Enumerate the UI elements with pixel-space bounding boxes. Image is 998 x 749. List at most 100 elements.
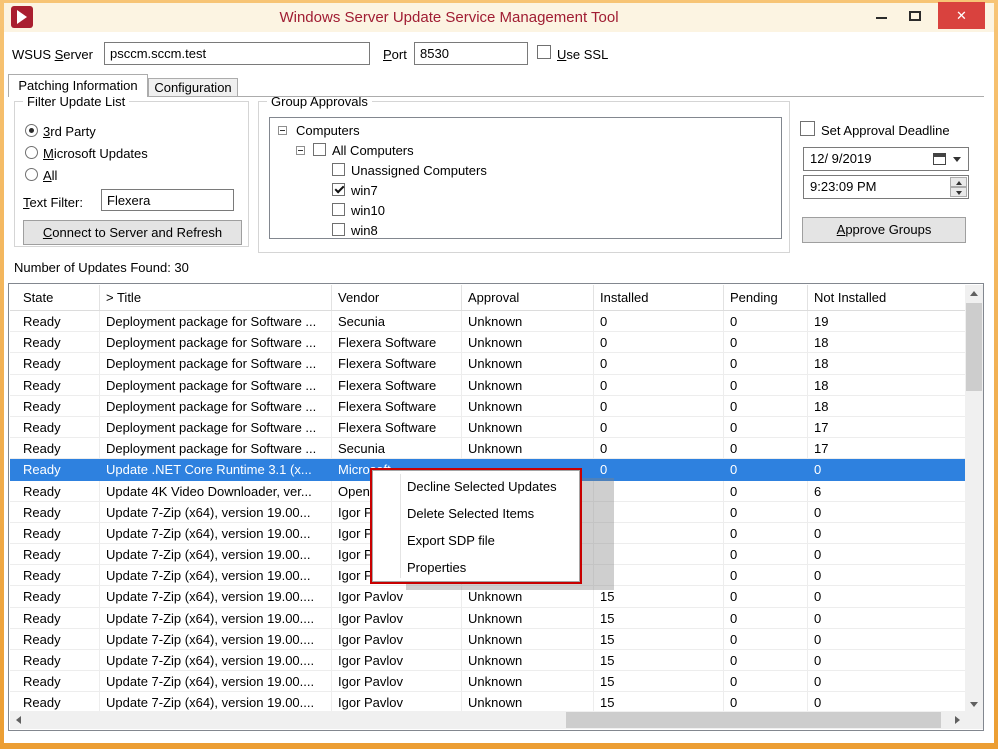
radio-3rd-party[interactable] [25,124,38,137]
tree-item-win7[interactable]: win7 [351,183,378,198]
cell-state: Ready [10,523,100,544]
wsus-server-label: WSUS Server [12,47,93,62]
use-ssl-checkbox[interactable] [537,45,551,59]
set-approval-deadline-checkbox[interactable] [800,121,815,136]
table-row[interactable]: ReadyDeployment package for Software ...… [10,417,966,438]
cell-state: Ready [10,375,100,396]
scroll-right-button[interactable] [949,711,966,729]
tab-configuration[interactable]: Configuration [148,78,238,96]
deadline-date-value: 12/ 9/2019 [810,152,871,166]
cell-pending: 0 [724,608,808,629]
tree-expander-icon[interactable] [278,126,287,135]
menu-item-export-sdp-file[interactable]: Export SDP file [373,527,579,554]
table-row[interactable]: ReadyUpdate 7-Zip (x64), version 19.00..… [10,692,966,713]
tree-item-win10[interactable]: win10 [351,203,385,218]
cell-installed [594,565,724,586]
vertical-scrollbar[interactable] [965,285,983,713]
cell-pending: 0 [724,438,808,459]
table-row[interactable]: ReadyDeployment package for Software ...… [10,375,966,396]
menu-item-properties[interactable]: Properties [373,554,579,581]
cell-installed: 0 [594,332,724,353]
cell-not-installed: 0 [808,523,966,544]
table-row[interactable]: ReadyDeployment package for Software ...… [10,311,966,332]
tab-patching-information[interactable]: Patching Information [8,74,148,97]
table-row[interactable]: ReadyUpdate 7-Zip (x64), version 19.00..… [10,629,966,650]
cell-vendor: Flexera Software [332,417,462,438]
cell-title: Deployment package for Software ... [100,353,332,374]
column-header-not-installed[interactable]: Not Installed [808,285,966,310]
dropdown-caret-icon[interactable] [953,157,961,162]
scroll-up-button[interactable] [965,285,983,302]
text-filter-input[interactable] [101,189,234,211]
menu-item-delete-selected-items[interactable]: Delete Selected Items [373,500,579,527]
cell-vendor: Secunia [332,438,462,459]
cell-title: Deployment package for Software ... [100,438,332,459]
checkbox-win10[interactable] [332,203,345,216]
calendar-icon [933,153,946,165]
cell-state: Ready [10,608,100,629]
scroll-left-icon [16,716,21,724]
scroll-left-button[interactable] [10,711,27,729]
cell-pending: 0 [724,459,808,480]
cell-title: Update 7-Zip (x64), version 19.00.... [100,629,332,650]
cell-vendor: Flexera Software [332,332,462,353]
table-row[interactable]: ReadyUpdate 7-Zip (x64), version 19.00..… [10,608,966,629]
checkbox-win8[interactable] [332,223,345,236]
column-header-approval[interactable]: Approval [462,285,594,310]
cell-state: Ready [10,565,100,586]
table-row[interactable]: ReadyUpdate 7-Zip (x64), version 19.00..… [10,586,966,607]
column-header-state[interactable]: State [10,285,100,310]
column-header-installed[interactable]: Installed [594,285,724,310]
approve-groups-button[interactable]: Approve Groups [802,217,966,243]
cell-installed: 0 [594,375,724,396]
horizontal-scrollbar[interactable] [10,711,966,729]
cell-vendor: Igor Pavlov [332,586,462,607]
column-header-title[interactable]: > Title [100,285,332,310]
cell-title: Update 7-Zip (x64), version 19.00... [100,565,332,586]
deadline-time-picker[interactable]: 9:23:09 PM [803,175,969,199]
column-header-vendor[interactable]: Vendor [332,285,462,310]
table-row[interactable]: ReadyUpdate 7-Zip (x64), version 19.00..… [10,671,966,692]
tree-expander-icon[interactable] [296,146,305,155]
tree-item-all-computers[interactable]: All Computers [332,143,414,158]
minimize-icon [876,17,887,19]
scroll-right-icon [955,716,960,724]
checkbox-all-computers[interactable] [313,143,326,156]
table-row[interactable]: ReadyDeployment package for Software ...… [10,396,966,417]
spin-up-button[interactable] [950,177,967,187]
cell-vendor: Igor Pavlov [332,692,462,713]
checkbox-win7[interactable] [332,183,345,196]
connect-refresh-button[interactable]: Connect to Server and Refresh [23,220,242,245]
tree-item-win8[interactable]: win8 [351,223,378,238]
table-row[interactable]: ReadyDeployment package for Software ...… [10,438,966,459]
maximize-button[interactable] [900,3,930,30]
deadline-date-picker[interactable]: 12/ 9/2019 [803,147,969,171]
cell-state: Ready [10,396,100,417]
menu-item-decline-selected-updates[interactable]: Decline Selected Updates [373,473,579,500]
scroll-down-icon [970,702,978,707]
tree-item-computers[interactable]: Computers [296,123,360,138]
cell-title: Update 7-Zip (x64), version 19.00.... [100,608,332,629]
port-input[interactable] [414,42,528,65]
cell-installed: 15 [594,586,724,607]
spin-down-button[interactable] [950,187,967,197]
form-client-area: WSUS Server Port Use SSL Patching Inform… [4,32,994,743]
cell-pending: 0 [724,396,808,417]
spin-down-icon [956,191,962,195]
minimize-button[interactable] [866,3,896,30]
table-row[interactable]: ReadyDeployment package for Software ...… [10,353,966,374]
wsus-server-input[interactable] [104,42,370,65]
checkbox-unassigned-computers[interactable] [332,163,345,176]
vertical-scroll-thumb[interactable] [966,303,982,391]
time-spinner [950,177,967,197]
radio-microsoft-updates[interactable] [25,146,38,159]
deadline-time-value: 9:23:09 PM [810,180,877,194]
tree-item-unassigned-computers[interactable]: Unassigned Computers [351,163,487,178]
radio-all[interactable] [25,168,38,181]
close-button[interactable]: ✕ [938,2,985,29]
table-row[interactable]: ReadyUpdate 7-Zip (x64), version 19.00..… [10,650,966,671]
column-header-pending[interactable]: Pending [724,285,808,310]
table-row[interactable]: ReadyDeployment package for Software ...… [10,332,966,353]
horizontal-scroll-thumb[interactable] [566,712,941,728]
cell-state: Ready [10,629,100,650]
